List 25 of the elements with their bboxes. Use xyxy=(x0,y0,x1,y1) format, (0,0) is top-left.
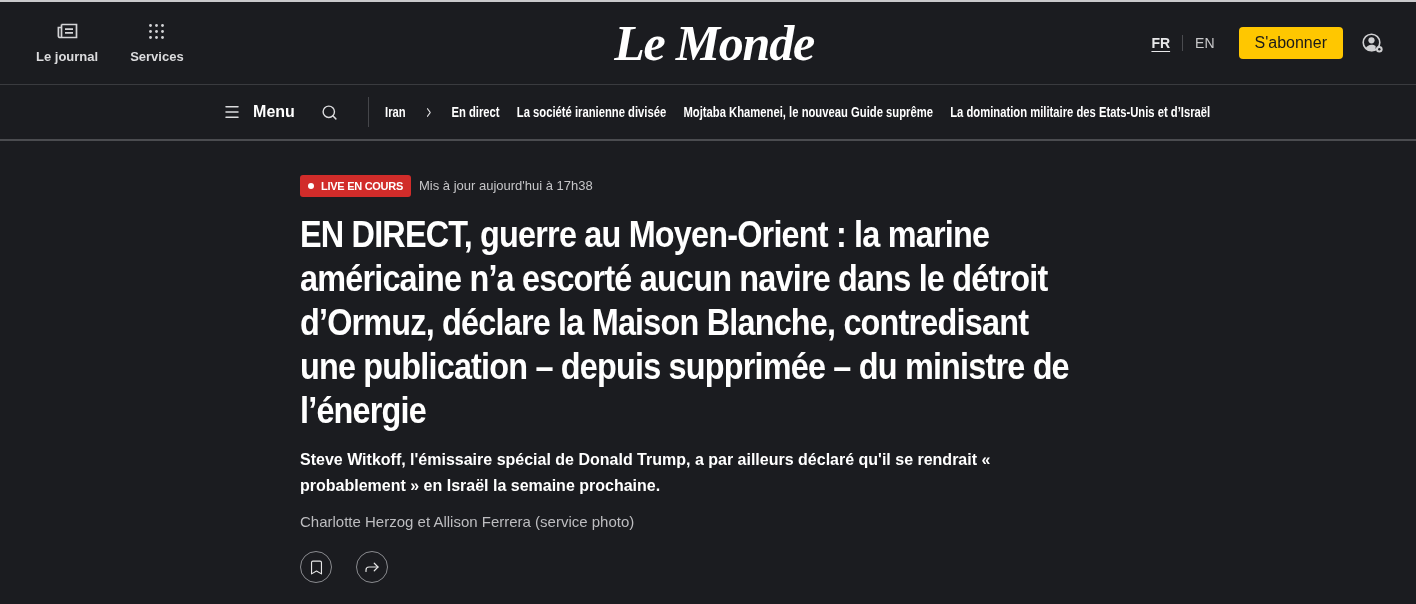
topic-link[interactable]: Iran xyxy=(384,100,406,124)
nav-link[interactable]: La domination militaire des Etats-Unis et d’Israël xyxy=(950,100,1211,124)
live-status-text: LIVE EN COURS xyxy=(321,178,403,194)
site-logo[interactable]: Le Monde xyxy=(614,17,814,69)
language-link[interactable]: FR xyxy=(1151,32,1171,54)
article-headline: EN DIRECT, guerre au Moyen-Orient : la marine américaine n’a escorté aucun navire dans le détroit d’Ormuz, déclare la Maison Blanche, contredisant une publication – depuis supprimée – du ministre de l’énergie xyxy=(300,213,1070,433)
live-dot-icon xyxy=(308,183,314,189)
nav-link[interactable]: Mojtaba Khamenei, le nouveau Guide suprême xyxy=(683,100,933,124)
search-icon xyxy=(321,103,339,121)
search-button[interactable] xyxy=(320,103,339,121)
account-settings-button[interactable] xyxy=(1362,32,1384,54)
user-settings-icon xyxy=(1362,32,1384,54)
dot-grid-icon xyxy=(149,23,165,39)
article-byline: Charlotte Herzog et Allison Ferrera (service photo) xyxy=(300,512,636,532)
newspaper-icon xyxy=(56,23,78,40)
subscribe-button[interactable]: S'abonner xyxy=(1238,27,1343,59)
language-link[interactable]: EN xyxy=(1195,32,1215,54)
journal-button[interactable]: Le journal xyxy=(36,19,99,67)
nav-link[interactable]: La société iranienne divisée xyxy=(516,100,667,124)
menu-icon xyxy=(223,103,242,121)
services-button[interactable]: Services xyxy=(130,19,184,67)
menu-button[interactable]: Menu xyxy=(223,100,295,124)
update-time: Mis à jour aujourd'hui à 17h38 xyxy=(419,177,593,196)
nav-link[interactable]: En direct xyxy=(451,100,500,124)
article-standfirst: Steve Witkoff, l'émissaire spécial de Donald Trump, a par ailleurs déclaré qu'il se rendrait « probablement » en Israël la semaine prochaine. xyxy=(300,450,992,496)
